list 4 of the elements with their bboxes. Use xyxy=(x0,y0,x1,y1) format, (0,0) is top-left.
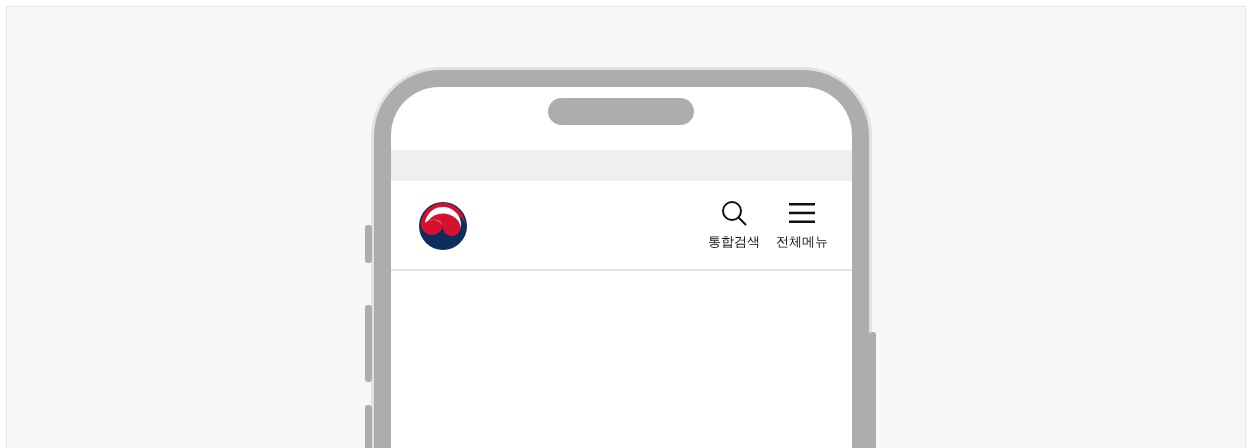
logo-icon[interactable] xyxy=(417,201,468,251)
search-button[interactable]: 통합검색 xyxy=(707,199,760,251)
search-icon xyxy=(719,199,748,227)
menu-button[interactable]: 전체메뉴 xyxy=(775,199,828,251)
